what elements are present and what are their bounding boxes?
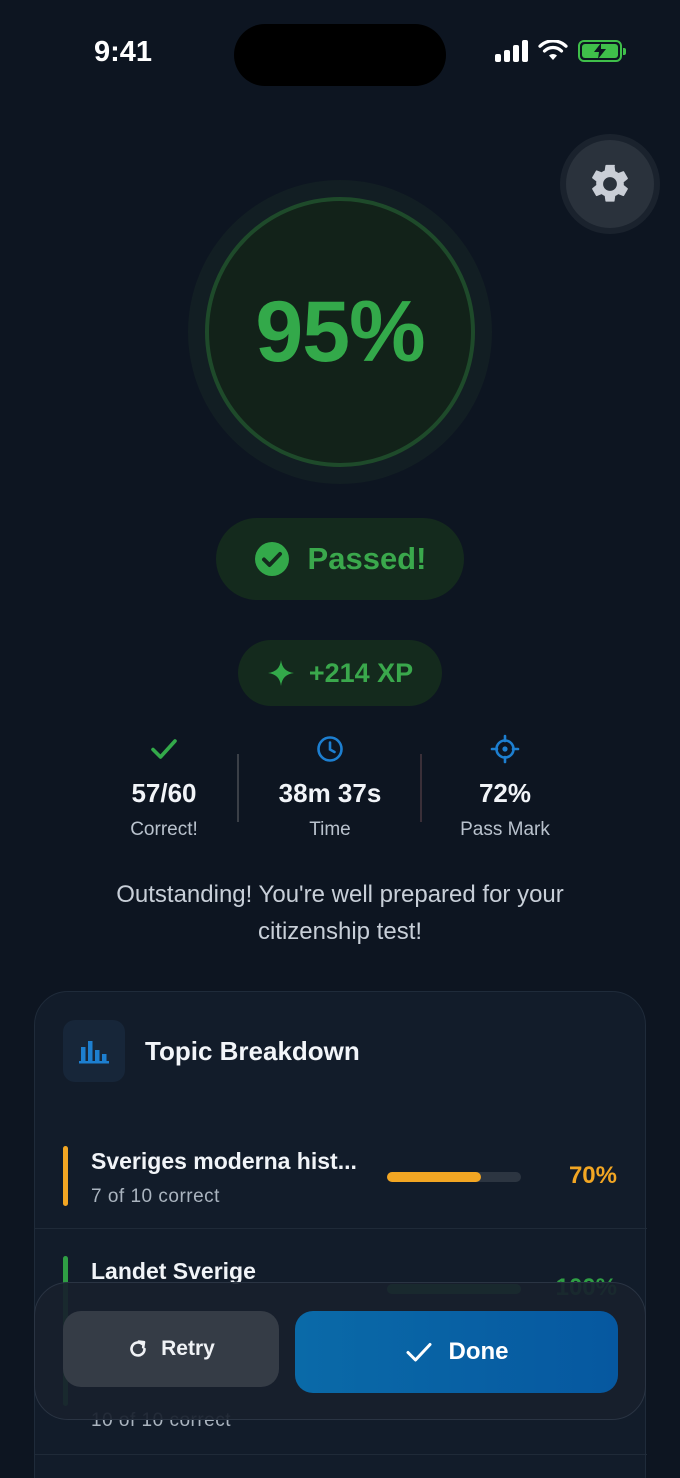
battery-charging-icon bbox=[578, 40, 626, 62]
done-label: Done bbox=[448, 1338, 509, 1365]
retry-label: Retry bbox=[161, 1337, 215, 1360]
action-bar: Retry Done bbox=[34, 1282, 646, 1420]
score-ring: 95% bbox=[205, 197, 475, 467]
check-circle-icon bbox=[254, 542, 289, 576]
check-icon bbox=[151, 739, 177, 759]
settings-button[interactable] bbox=[566, 140, 654, 228]
stat-value: 38m 37s bbox=[278, 778, 382, 808]
retry-button[interactable]: Retry bbox=[63, 1311, 279, 1387]
topic-progress bbox=[387, 1172, 521, 1182]
results-screen: 9:41 95% Passed! +214 XP 57/60 Correct! … bbox=[0, 0, 680, 1478]
row-divider bbox=[35, 1454, 647, 1455]
result-message: Outstanding! You're well prepared for yo… bbox=[116, 881, 564, 945]
result-label: Passed! bbox=[307, 541, 427, 576]
topic-accent bbox=[63, 1146, 68, 1206]
bar-chart-icon bbox=[63, 1020, 125, 1082]
stat-divider bbox=[237, 754, 239, 822]
target-icon bbox=[490, 734, 520, 764]
status-time: 9:41 bbox=[94, 36, 153, 68]
dynamic-island bbox=[234, 24, 446, 86]
topic-percent: 70% bbox=[568, 1162, 617, 1189]
topic-name: Sveriges moderna hist... bbox=[91, 1148, 357, 1174]
xp-label: +214 XP bbox=[308, 657, 414, 688]
clock-icon bbox=[317, 736, 343, 762]
stat-value: 57/60 bbox=[131, 778, 197, 808]
stat-value: 72% bbox=[478, 778, 532, 808]
stat-pass-mark: 72% Pass Mark bbox=[420, 734, 590, 841]
topic-progress-fill bbox=[387, 1172, 481, 1182]
stat-label: Pass Mark bbox=[460, 819, 550, 840]
result-badge: Passed! bbox=[216, 518, 464, 600]
wifi-icon bbox=[538, 40, 568, 60]
stat-time: 38m 37s Time bbox=[245, 734, 415, 841]
stat-label: Correct! bbox=[130, 819, 198, 840]
status-icons bbox=[495, 40, 626, 62]
sparkle-icon bbox=[267, 660, 294, 686]
gear-icon bbox=[592, 164, 628, 202]
stat-correct: 57/60 Correct! bbox=[79, 734, 249, 841]
check-icon bbox=[406, 1343, 431, 1362]
retry-icon bbox=[130, 1340, 146, 1357]
cellular-signal-icon bbox=[495, 40, 528, 62]
topic-name: Landet Sverige bbox=[91, 1258, 256, 1284]
topic-row[interactable]: Sveriges moderna hist... 7 of 10 correct… bbox=[35, 1116, 647, 1228]
card-title: Topic Breakdown bbox=[145, 1036, 360, 1066]
done-button[interactable]: Done bbox=[295, 1311, 618, 1393]
xp-badge: +214 XP bbox=[238, 640, 442, 706]
topic-detail: 7 of 10 correct bbox=[91, 1186, 220, 1207]
stat-label: Time bbox=[309, 819, 351, 840]
score-percent: 95% bbox=[255, 283, 425, 380]
